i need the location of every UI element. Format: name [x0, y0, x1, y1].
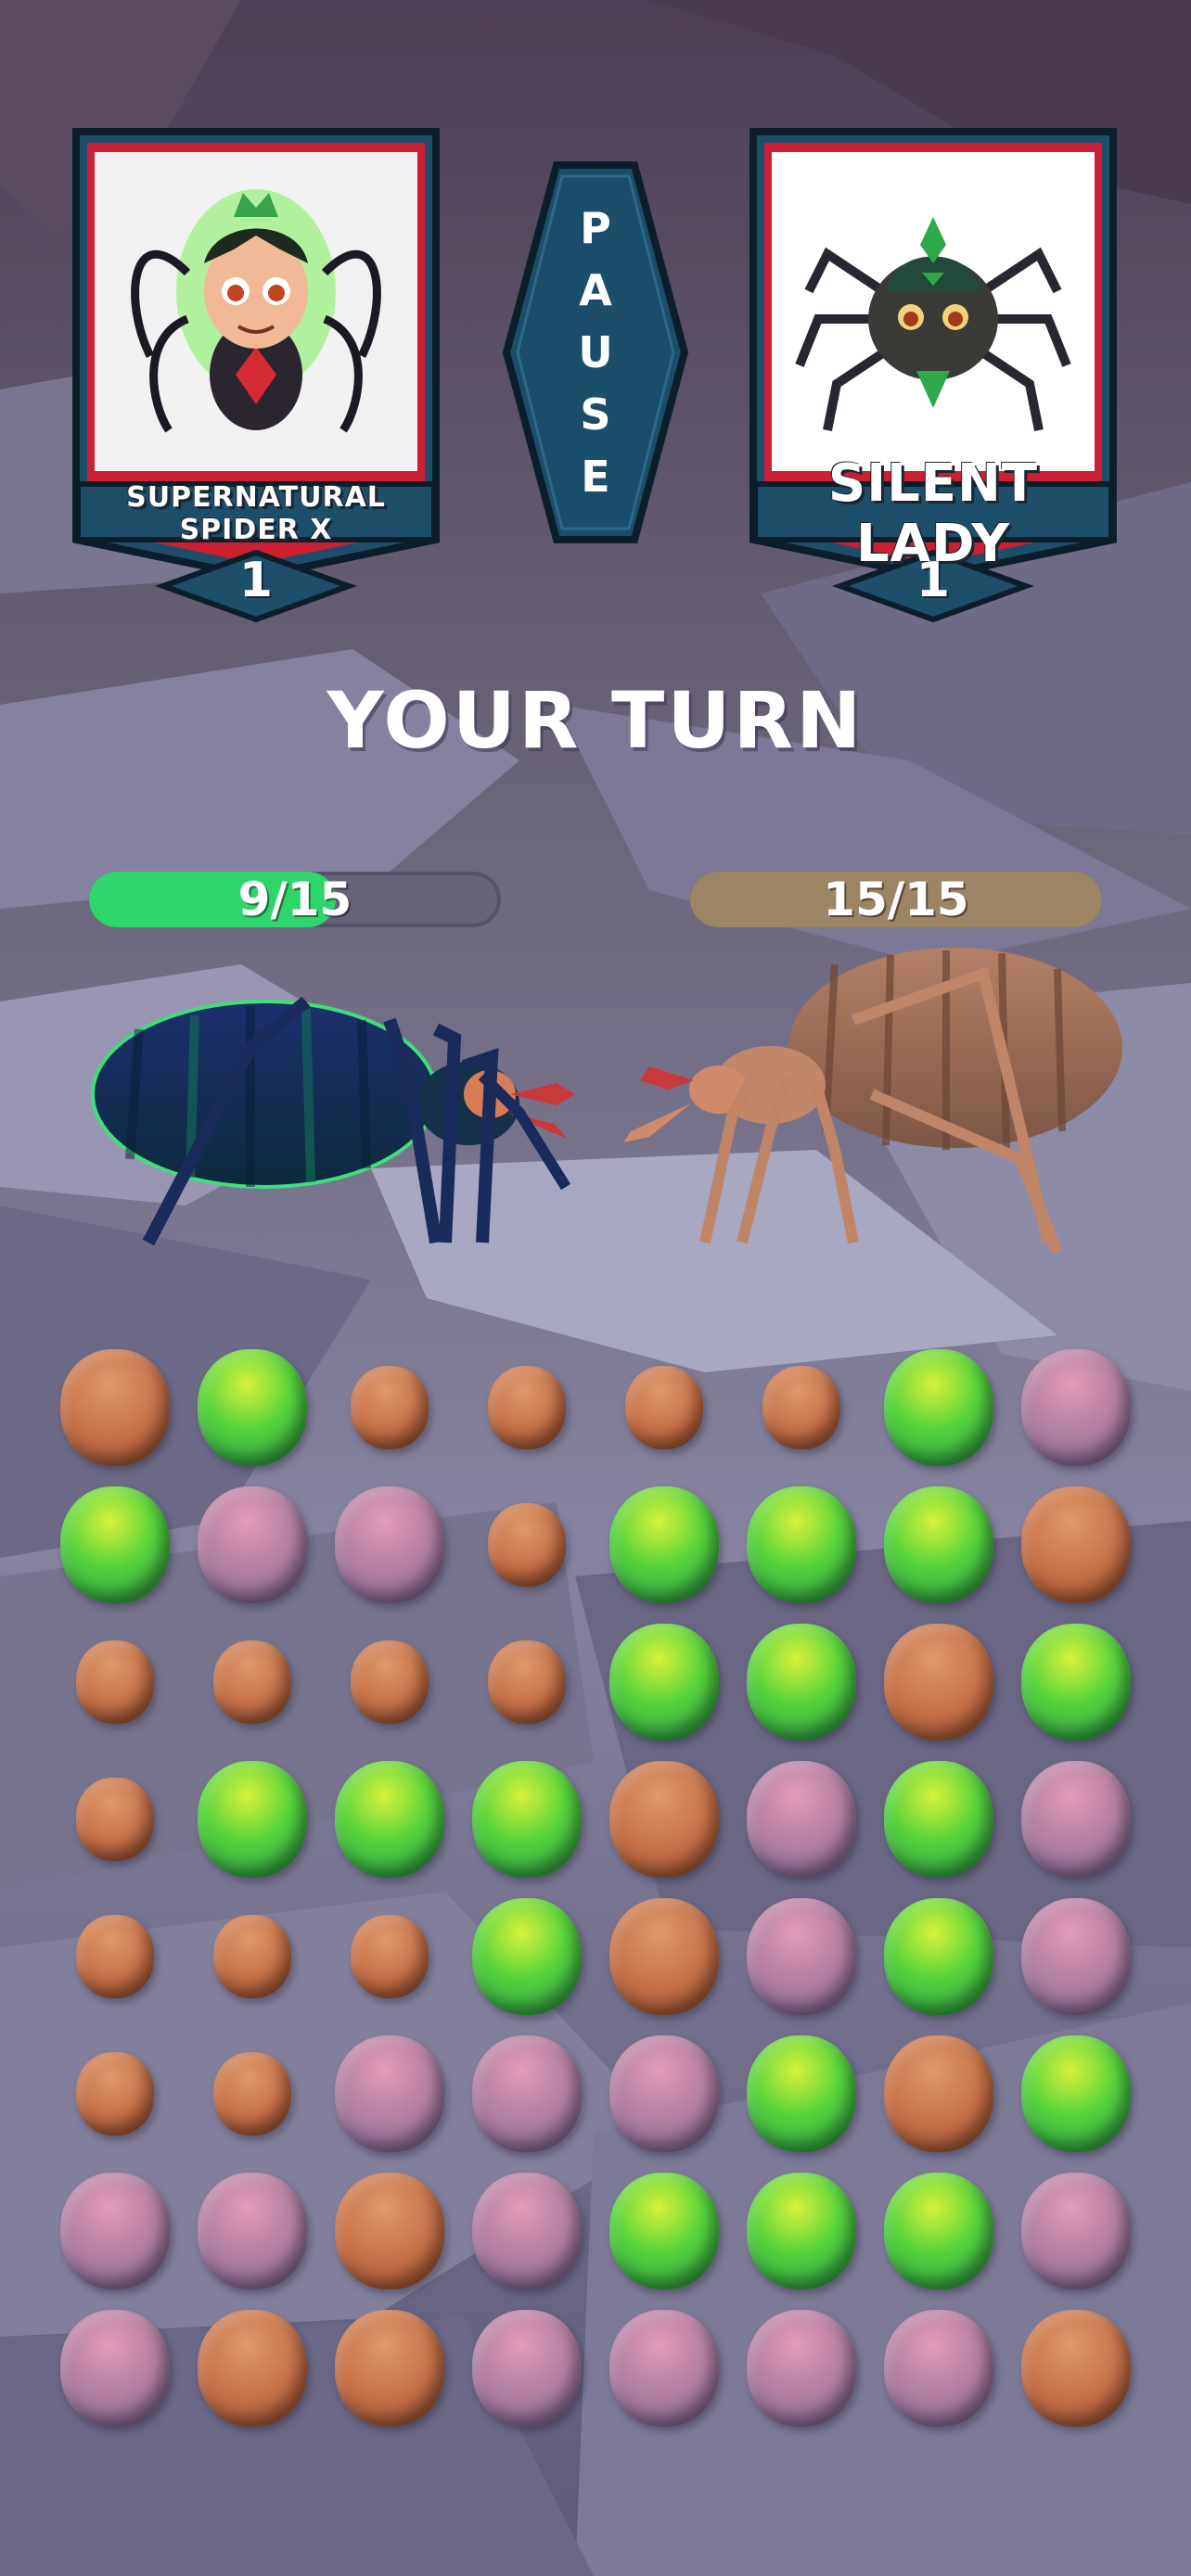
orange-gem[interactable] — [884, 2035, 993, 2152]
green-gem[interactable] — [198, 1349, 307, 1466]
pink-gem[interactable] — [884, 2310, 993, 2427]
green-gem[interactable] — [609, 1486, 719, 1603]
green-gem[interactable] — [1021, 2035, 1131, 2152]
pink-gem[interactable] — [609, 2310, 719, 2427]
orange-gem[interactable] — [198, 2310, 307, 2427]
pause-letter: S — [580, 389, 611, 440]
green-gem[interactable] — [335, 1761, 444, 1878]
small-orange-gem[interactable] — [488, 1366, 566, 1449]
opponent-level: 1 — [916, 553, 951, 608]
green-gem[interactable] — [198, 1761, 307, 1878]
pink-gem[interactable] — [1021, 1898, 1131, 2015]
small-orange-gem[interactable] — [488, 1503, 566, 1587]
green-gem[interactable] — [60, 1486, 170, 1603]
turn-indicator: YOUR TURN — [327, 675, 864, 766]
green-gem[interactable] — [609, 1624, 719, 1741]
small-orange-gem[interactable] — [76, 1915, 154, 1998]
small-orange-gem[interactable] — [213, 2052, 291, 2136]
green-gem[interactable] — [884, 1898, 993, 2015]
opponent-name: SILENT LADY — [827, 453, 1039, 574]
orange-gem[interactable] — [884, 1624, 993, 1741]
pink-gem[interactable] — [747, 2310, 856, 2427]
pause-letter: U — [578, 326, 613, 377]
small-orange-gem[interactable] — [351, 1640, 429, 1724]
orange-gem[interactable] — [335, 2173, 444, 2289]
pause-button[interactable]: P A U S E — [501, 159, 690, 545]
green-gem[interactable] — [747, 2173, 856, 2289]
opponent-portrait — [795, 217, 1071, 431]
opponent-hp-text: 15/15 — [823, 873, 969, 926]
small-orange-gem[interactable] — [76, 1640, 154, 1724]
orange-gem[interactable] — [1021, 2310, 1131, 2427]
orange-gem[interactable] — [1021, 1486, 1131, 1603]
green-gem[interactable] — [747, 1486, 856, 1603]
pink-gem[interactable] — [472, 2035, 582, 2152]
pink-gem[interactable] — [198, 1486, 307, 1603]
green-gem[interactable] — [472, 1761, 582, 1878]
pink-gem[interactable] — [60, 2173, 170, 2289]
player-name: SUPERNATURAL SPIDER X — [126, 481, 386, 546]
small-orange-gem[interactable] — [76, 2052, 154, 2136]
pink-gem[interactable] — [1021, 1349, 1131, 1466]
pause-letter: P — [580, 202, 611, 253]
opponent-card: SILENT LADY 1 — [736, 113, 1130, 623]
player-portrait — [131, 189, 381, 433]
green-gem[interactable] — [884, 2173, 993, 2289]
pause-label: P A U S E — [501, 197, 690, 508]
pink-gem[interactable] — [60, 2310, 170, 2427]
pink-gem[interactable] — [335, 2035, 444, 2152]
small-orange-gem[interactable] — [213, 1640, 291, 1724]
green-gem[interactable] — [609, 2173, 719, 2289]
pink-gem[interactable] — [747, 1761, 856, 1878]
player-card: SUPERNATURAL SPIDER X 1 — [59, 113, 453, 623]
small-orange-gem[interactable] — [762, 1366, 840, 1449]
green-gem[interactable] — [884, 1486, 993, 1603]
green-gem[interactable] — [747, 2035, 856, 2152]
green-gem[interactable] — [884, 1761, 993, 1878]
player-level: 1 — [238, 553, 274, 608]
pink-gem[interactable] — [335, 1486, 444, 1603]
orange-gem[interactable] — [609, 1761, 719, 1878]
pink-gem[interactable] — [1021, 1761, 1131, 1878]
pause-letter: E — [581, 452, 610, 503]
orange-gem[interactable] — [60, 1349, 170, 1466]
green-gem[interactable] — [1021, 1624, 1131, 1741]
pink-gem[interactable] — [1021, 2173, 1131, 2289]
opponent-hp-bar: 15/15 — [690, 872, 1102, 927]
green-gem[interactable] — [472, 1898, 582, 2015]
orange-gem[interactable] — [609, 1898, 719, 2015]
pink-gem[interactable] — [472, 2173, 582, 2289]
green-gem[interactable] — [884, 1349, 993, 1466]
pink-gem[interactable] — [198, 2173, 307, 2289]
small-orange-gem[interactable] — [213, 1915, 291, 1998]
pink-gem[interactable] — [747, 1898, 856, 2015]
small-orange-gem[interactable] — [76, 1778, 154, 1861]
green-gem[interactable] — [747, 1624, 856, 1741]
player-hp-bar: 9/15 — [89, 872, 501, 927]
small-orange-gem[interactable] — [351, 1915, 429, 1998]
orange-gem[interactable] — [335, 2310, 444, 2427]
pink-gem[interactable] — [609, 2035, 719, 2152]
pause-letter: A — [579, 264, 612, 315]
small-orange-gem[interactable] — [351, 1366, 429, 1449]
small-orange-gem[interactable] — [488, 1640, 566, 1724]
small-orange-gem[interactable] — [625, 1366, 703, 1449]
pink-gem[interactable] — [472, 2310, 582, 2427]
player-hp-text: 9/15 — [237, 873, 352, 926]
